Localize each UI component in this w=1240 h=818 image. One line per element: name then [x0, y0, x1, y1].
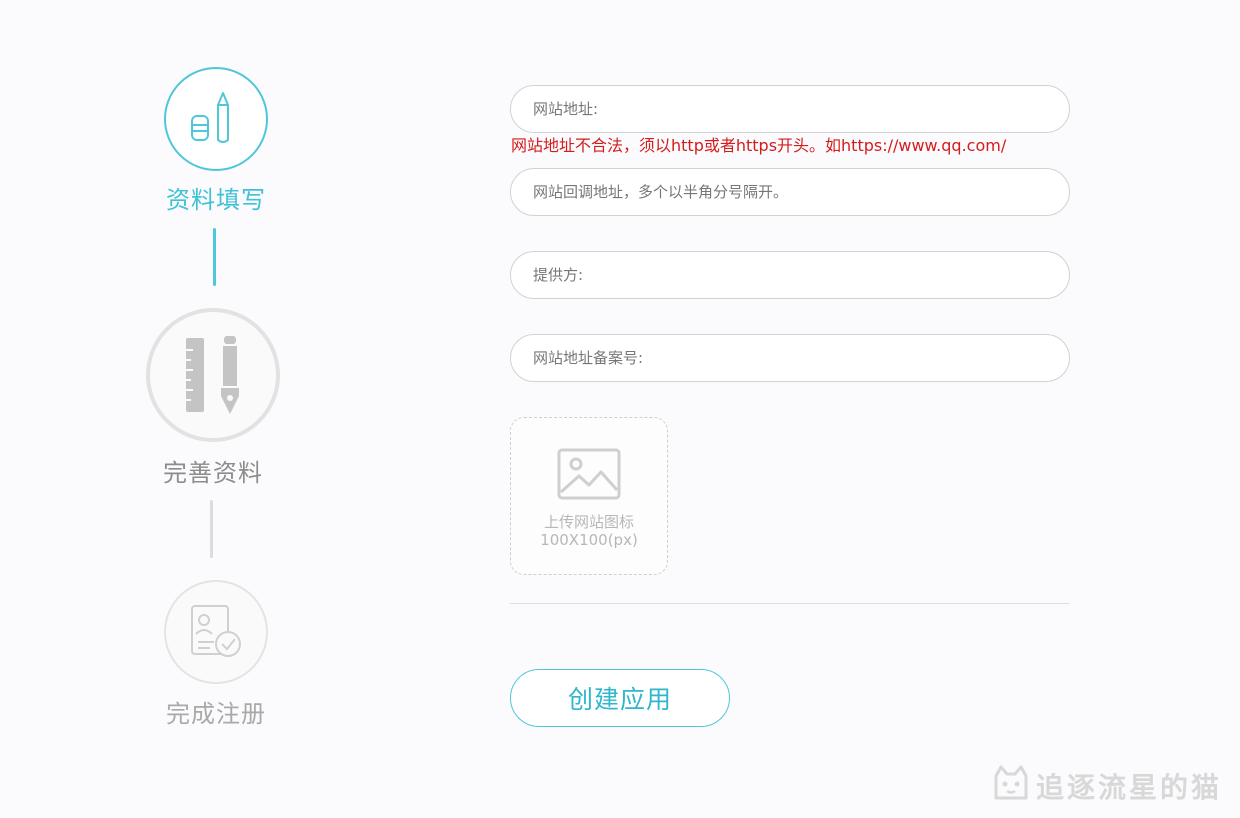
image-icon — [557, 448, 621, 500]
step-connector-inactive — [210, 500, 213, 558]
upload-icon-area[interactable]: 上传网站图标 100X100(px) — [510, 417, 668, 575]
upload-size-hint: 100X100(px) — [540, 531, 638, 549]
create-app-button[interactable]: 创建应用 — [510, 669, 730, 727]
step-1-circle — [164, 67, 268, 171]
watermark-text: 追逐流星的猫 — [1036, 771, 1223, 804]
url-error-message: 网站地址不合法，须以http或者https开头。如https://www.qq.… — [511, 136, 1007, 155]
form-divider — [510, 603, 1070, 604]
website-url-input[interactable] — [510, 85, 1070, 133]
cat-logo-icon — [994, 765, 1028, 800]
pen-eraser-icon — [191, 92, 229, 143]
step-3-circle — [164, 580, 268, 684]
step-2-circle — [146, 308, 280, 442]
provider-input[interactable] — [510, 251, 1070, 299]
icp-number-input[interactable] — [510, 334, 1070, 382]
step-2-label: 完善资料 — [163, 459, 263, 487]
document-check-icon — [191, 605, 241, 657]
page: 资料填写 完善资料 完成注册 网站地址: 网站地址不合法，须以http或者htt… — [0, 0, 1240, 818]
step-connector-active — [213, 228, 216, 286]
ruler-pen-icon — [186, 336, 239, 414]
step-3-label: 完成注册 — [166, 700, 266, 728]
step-1-label: 资料填写 — [166, 186, 266, 214]
upload-title: 上传网站图标 — [543, 513, 634, 531]
callback-url-input[interactable] — [510, 168, 1070, 216]
